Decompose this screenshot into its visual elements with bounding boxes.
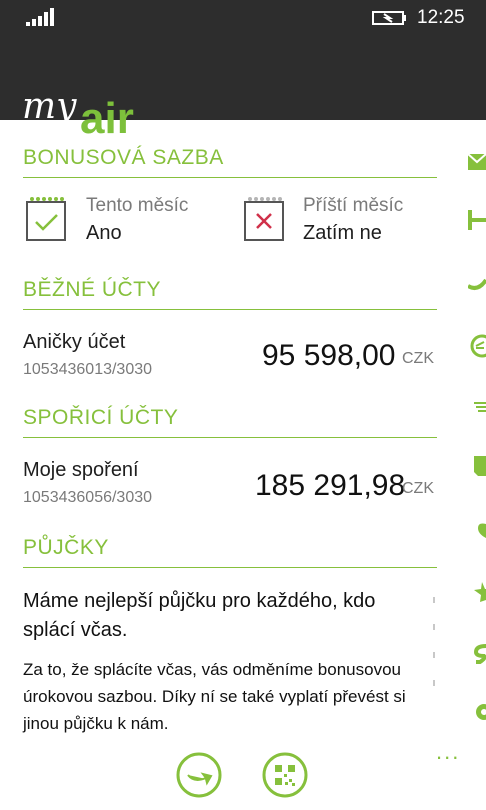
transfer-icon[interactable]	[468, 208, 486, 232]
scroll-mark	[433, 680, 435, 686]
bonus-section-title: BONUSOVÁ SAZBA	[23, 146, 224, 169]
phone-icon[interactable]	[468, 270, 486, 294]
calendar-cross-icon	[244, 197, 284, 241]
section-divider	[23, 177, 437, 178]
scroll-mark	[433, 624, 435, 630]
qr-scan-button[interactable]	[262, 752, 308, 798]
this-month-label: Tento měsíc	[86, 195, 189, 216]
app-header: my air	[0, 34, 486, 143]
money-icon[interactable]	[468, 334, 486, 358]
clock: 12:25	[417, 7, 465, 28]
account-number: 1053436013/3030	[23, 361, 153, 378]
account-name: Aničky účet	[23, 331, 126, 353]
qr-code-icon	[275, 765, 295, 786]
transfer-button[interactable]	[176, 752, 222, 798]
gear-icon[interactable]	[468, 700, 486, 724]
section-divider	[23, 309, 437, 310]
more-menu-button[interactable]: ...	[436, 739, 460, 765]
loan-promo-headline: Máme nejlepší půjčku pro každého, kdo sp…	[23, 590, 376, 641]
section-divider	[23, 437, 437, 438]
heart-icon[interactable]	[468, 516, 486, 540]
calendar-check-icon	[26, 197, 66, 241]
list-icon[interactable]	[468, 394, 486, 418]
dollar-icon[interactable]	[468, 642, 486, 666]
transfer-arrow-icon	[187, 772, 213, 786]
loans-title: PŮJČKY	[23, 536, 109, 559]
account-name: Moje spoření	[23, 459, 139, 481]
signal-bars-icon	[26, 8, 54, 26]
savings-accounts-title: SPOŘICÍ ÚČTY	[23, 406, 179, 429]
battery-charging-icon	[372, 11, 406, 25]
account-balance: 185 291,98	[255, 469, 406, 502]
loan-promo-text: Za to, že splácíte včas, vás odměníme bo…	[23, 660, 406, 733]
section-divider	[23, 567, 437, 568]
account-currency: CZK	[402, 480, 434, 497]
star-icon[interactable]	[468, 580, 486, 604]
account-balance: 95 598,00	[262, 339, 396, 372]
current-accounts-title: BĚŽNÉ ÚČTY	[23, 278, 162, 301]
status-bar: 12:25	[0, 0, 486, 34]
account-number: 1053436056/3030	[23, 489, 153, 506]
next-month-label: Příští měsíc	[303, 195, 404, 216]
scroll-mark	[433, 652, 435, 658]
this-month-value: Ano	[86, 222, 122, 244]
scroll-mark	[433, 597, 435, 603]
logo-my: my	[22, 86, 77, 127]
document-icon[interactable]	[468, 454, 486, 478]
account-currency: CZK	[402, 350, 434, 367]
next-month-value: Zatím ne	[303, 222, 382, 244]
logo-air: air	[80, 94, 134, 143]
envelope-icon[interactable]	[468, 150, 486, 174]
